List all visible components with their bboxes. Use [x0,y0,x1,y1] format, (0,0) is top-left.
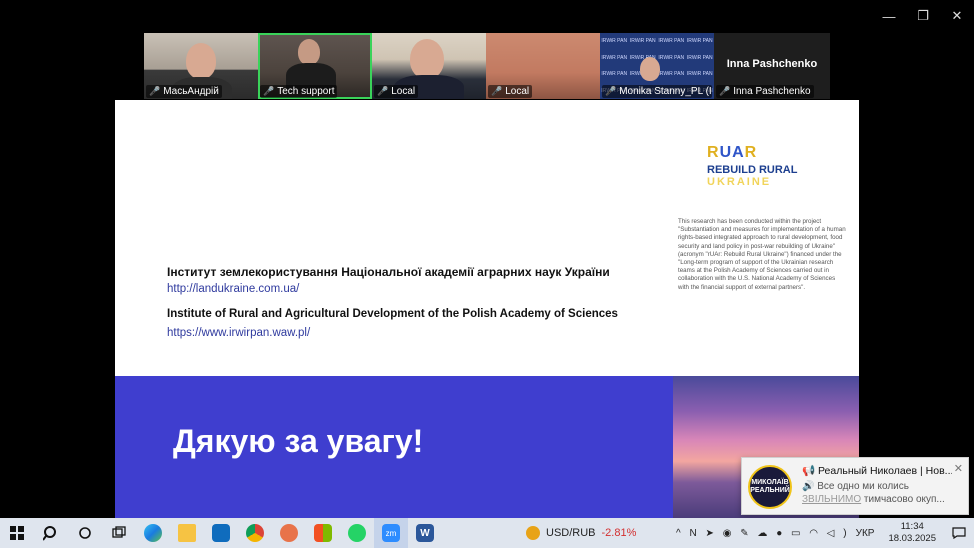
funding-note: This research has been conducted within … [678,218,846,291]
participant-name-tag: 🎤 Local [374,85,419,98]
ruar-logo-mark: RUAR [707,144,758,161]
paint-icon[interactable] [272,518,306,548]
participant-video [410,39,444,79]
ruar-logo: RUAR REBUILD RURAL UKRAINE [707,144,807,188]
telegram-icon[interactable]: ➤ [706,528,714,539]
search-icon[interactable] [34,518,68,548]
mic-muted-icon: 🎤 [491,86,503,96]
notification-toast[interactable]: МИКОЛАЇВ РЕАЛЬНИЙ 📢 Реальный Николаев | … [741,457,969,515]
link-landukraine[interactable]: http://landukraine.com.ua/ [167,283,299,295]
battery-icon[interactable]: ▭ [791,528,800,539]
participant-name: МасьАндрій [163,86,219,97]
taskbar: zm W USD/RUB -2.81% ^ N ➤ ◉ ✎ ☁ ● ▭ ◠ ◁ … [0,518,974,548]
mic-muted-icon: 🎤 [263,86,275,96]
participant-tile[interactable]: 🎤 Local [486,33,600,99]
wifi-icon[interactable]: ◠ [809,528,818,539]
participant-name-tag: 🎤Monika Stanny_PL (IR... [602,85,712,98]
zoom-icon[interactable]: zm [374,518,408,548]
participant-video [298,39,320,65]
ticker-label: USD/RUB [546,527,596,539]
participant-tile[interactable]: IRWiR PAN IRWiR PAN IRWiR PAN IRWiR PAN IRW… [600,33,714,99]
system-tray: ^ N ➤ ◉ ✎ ☁ ● ▭ ◠ ◁ ) УКР 11:34 18.03.20… [673,518,974,548]
tray-icons: ^ N ➤ ◉ ✎ ☁ ● ▭ ◠ ◁ ) [673,528,850,539]
viber-icon[interactable]: ◉ [723,528,732,539]
close-icon[interactable]: ✕ [954,462,963,475]
link-irwirpan[interactable]: https://www.irwirpan.waw.pl/ [167,327,310,339]
clock[interactable]: 11:34 18.03.2025 [888,521,936,545]
notification-center-icon[interactable] [944,518,974,548]
window-controls: — ❐ ✕ [872,6,974,26]
chevron-up-icon[interactable]: ^ [676,528,681,539]
speaker-icon: 🔊 [802,481,818,492]
currency-ticker[interactable]: USD/RUB -2.81% [526,518,636,548]
toast-title: 📢 Реальный Николаев | Нов... [802,465,952,477]
participant-name: Tech support [277,86,335,97]
onenote-icon[interactable]: N [690,528,697,539]
participant-name: Monika Stanny_PL (IR... [619,86,712,97]
minimize-button[interactable]: — [872,6,906,26]
participant-name: Local [505,86,530,97]
participant-tile[interactable]: 🎤 Local [372,33,486,99]
ticker-change: -2.81% [601,527,637,539]
volume-level-icon[interactable]: ) [843,528,846,539]
video-strip: 🎤 МасьАндрій 🎤 Tech support 🎤 Local 🎤 Local … [144,33,830,99]
participant-video [186,43,216,79]
windows-start-icon[interactable] [0,518,34,548]
org-polish-institute: Institute of Rural and Agricultural Deve… [167,308,618,320]
participant-name-tag: 🎤 МасьАндрій [146,85,222,98]
thanks-heading: Дякую за увагу! [173,423,424,459]
participant-name-tag: 🎤 Tech support [260,85,338,98]
slide-upper-section: Інститут землекористування Національної … [115,100,859,376]
mic-muted-icon: 🎤 [719,86,731,96]
toast-line1: 🔊 Все одно ми колись [802,481,909,492]
megaphone-icon: 📢 [802,465,818,477]
participant-name-tag: 🎤 Local [488,85,533,98]
participant-tile[interactable]: Inna Pashchenko 🎤 Inna Pashchenko [714,33,830,99]
chrome-icon[interactable] [238,518,272,548]
close-button[interactable]: ✕ [940,6,974,26]
restore-button[interactable]: ❐ [906,6,940,26]
clock-time: 11:34 [900,521,924,532]
language-indicator[interactable]: УКР [856,528,875,539]
cloud-icon[interactable]: ☁ [757,528,767,539]
participant-tile[interactable]: 🎤 МасьАндрій [144,33,258,99]
participant-display-name: Inna Pashchenko [726,58,818,70]
participant-name: Local [391,86,416,97]
volume-icon[interactable]: ◁ [827,528,835,539]
org-ukrainian-institute: Інститут землекористування Національної … [167,265,610,279]
pen-icon[interactable]: ✎ [740,528,748,539]
participant-video [640,57,660,81]
screen: — ❐ ✕ 🎤 МасьАндрій 🎤 Tech support 🎤 Local 🎤… [0,0,974,548]
microphone-icon[interactable]: ● [776,528,782,539]
coins-icon [526,526,540,540]
ruar-logo-line2: REBUILD RURAL [707,164,798,176]
channel-avatar: МИКОЛАЇВ РЕАЛЬНИЙ [748,465,792,509]
file-explorer-icon[interactable] [170,518,204,548]
toast-line2: ЗВІЛЬНИМО тимчасово окуп... [802,494,945,505]
whatsapp-icon[interactable] [340,518,374,548]
store-icon[interactable] [306,518,340,548]
ruar-logo-line3: UKRAINE [707,176,772,188]
participant-name: Inna Pashchenko [733,86,811,97]
outlook-icon[interactable] [204,518,238,548]
cortana-icon[interactable] [68,518,102,548]
mic-muted-icon: 🎤 [377,86,389,96]
mic-muted-icon: 🎤 [605,86,617,96]
shared-slide: Інститут землекористування Національної … [115,100,859,518]
task-view-icon[interactable] [102,518,136,548]
clock-date: 18.03.2025 [888,533,936,544]
edge-icon[interactable] [136,518,170,548]
participant-tile-active[interactable]: 🎤 Tech support [258,33,372,99]
participant-name-tag: 🎤 Inna Pashchenko [716,85,814,98]
mic-muted-icon: 🎤 [149,86,161,96]
word-icon[interactable]: W [408,518,442,548]
